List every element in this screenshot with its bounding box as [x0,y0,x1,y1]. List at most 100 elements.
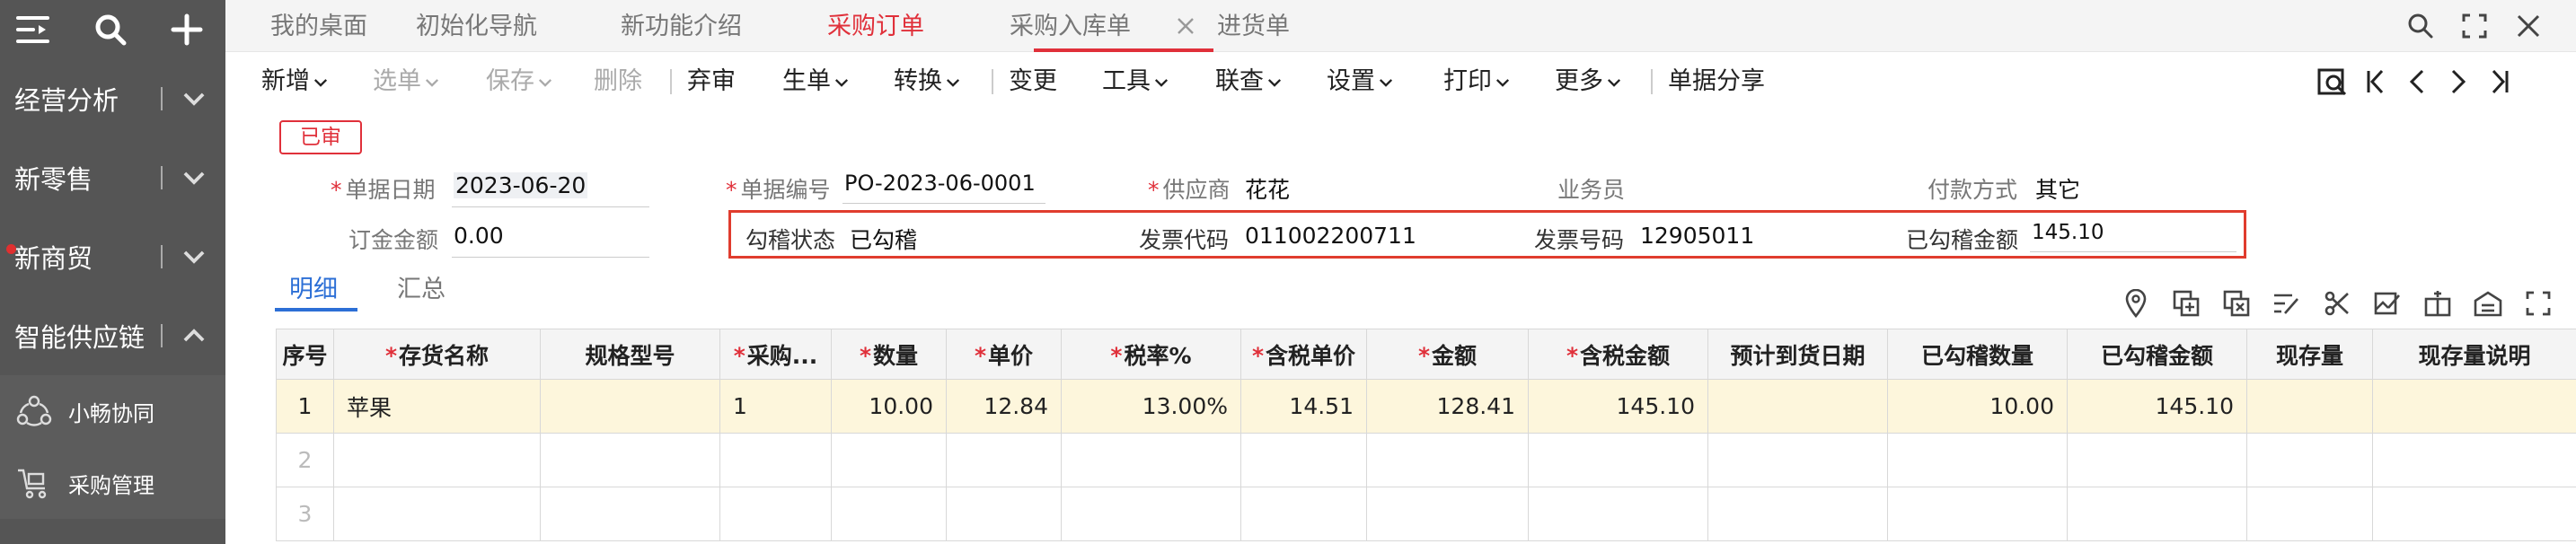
column-header[interactable]: 现存量 [2246,329,2373,380]
toolbar-button[interactable]: 更多 [1555,52,1621,111]
table-cell[interactable] [333,433,541,487]
column-header[interactable]: *金额 [1366,329,1529,380]
toolbar-button[interactable]: 生单 [782,52,849,111]
insert-column-icon[interactable] [2420,287,2456,320]
table-cell[interactable] [719,433,832,487]
delete-row-icon[interactable] [2219,287,2254,320]
table-cell[interactable] [1366,433,1529,487]
table-cell[interactable] [1366,487,1529,541]
previous-record-icon[interactable] [2399,63,2435,101]
tab-item[interactable]: 采购入库单 [1010,0,1131,52]
toolbar-button[interactable]: 设置 [1327,52,1393,111]
location-pin-icon[interactable] [2118,287,2154,320]
column-header[interactable]: 规格型号 [540,329,720,380]
chevron-up-icon[interactable] [182,324,225,347]
column-header[interactable]: *税率% [1061,329,1241,380]
table-cell[interactable]: 1 [719,379,832,434]
last-record-icon[interactable] [2482,63,2518,101]
fullscreen-icon[interactable] [2457,9,2492,43]
chevron-down-icon[interactable] [182,245,225,268]
column-header[interactable]: *存货名称 [333,329,541,380]
table-cell[interactable] [540,487,720,541]
table-cell[interactable] [2067,487,2247,541]
table-row[interactable]: 1 苹果 1 10.00 12.84 13.00% 14.51 128.41 145.10 10.… [276,379,2576,434]
first-record-icon[interactable] [2358,63,2394,101]
invoice-no-field[interactable]: 12905011 [1640,223,1754,249]
table-cell[interactable] [1707,379,1888,434]
copy-row-icon[interactable] [2168,287,2204,320]
table-cell[interactable] [540,379,720,434]
table-cell[interactable] [1887,487,2068,541]
toolbar-button[interactable]: 新增 [261,52,328,111]
doc-no-field[interactable]: PO-2023-06-0001 [844,171,1036,196]
tab-item[interactable]: 新功能介绍 [621,0,742,52]
table-cell[interactable]: 2 [276,433,334,487]
table-cell[interactable]: 145.10 [1528,379,1708,434]
search-icon[interactable] [92,11,129,48]
table-cell[interactable] [1528,433,1708,487]
column-header[interactable]: 序号 [276,329,334,380]
toolbar-button[interactable]: 单据分享 [1668,52,1765,111]
image-edit-icon[interactable] [2369,287,2405,320]
close-icon[interactable] [1176,16,1195,36]
table-cell[interactable] [1707,487,1888,541]
doc-date-field[interactable]: 2023-06-20 [454,172,588,198]
warehouse-icon[interactable] [2470,287,2506,320]
table-cell[interactable] [1240,487,1367,541]
table-cell[interactable]: 14.51 [1240,379,1367,434]
menu-icon[interactable] [14,11,52,48]
table-cell[interactable] [2246,487,2373,541]
toolbar-button[interactable]: 弃审 [687,52,736,111]
table-cell[interactable] [2067,433,2247,487]
table-cell[interactable] [1528,487,1708,541]
toolbar-button[interactable]: 打印 [1443,52,1510,111]
column-header[interactable]: *含税金额 [1528,329,1708,380]
deposit-field[interactable]: 0.00 [454,223,504,249]
split-icon[interactable] [2319,287,2355,320]
table-cell[interactable] [831,433,947,487]
verify-status-field[interactable]: 已勾稽 [850,223,917,255]
table-cell[interactable] [1240,433,1367,487]
verified-amount-field[interactable]: 145.10 [2032,221,2104,244]
add-icon[interactable] [168,11,206,48]
table-cell[interactable]: 13.00% [1061,379,1241,434]
tab-item[interactable]: 进货单 [1217,0,1290,52]
sidebar-item[interactable]: 新商贸 [0,217,225,296]
table-cell[interactable] [2246,379,2373,434]
table-cell[interactable] [2372,487,2576,541]
sidebar-item[interactable]: 经营分析 [0,59,225,138]
table-row[interactable]: 2 [276,433,2576,487]
search-icon[interactable] [2403,9,2439,43]
table-cell[interactable] [946,487,1062,541]
table-cell[interactable]: 145.10 [2067,379,2247,434]
table-cell[interactable]: 10.00 [831,379,947,434]
column-header[interactable]: *含税单价 [1240,329,1367,380]
table-row[interactable]: 3 [276,487,2576,541]
column-header[interactable]: 现存量说明 [2372,329,2576,380]
chevron-down-icon[interactable] [182,87,225,110]
supplier-field[interactable]: 花花 [1245,172,1290,205]
sidebar-subitem[interactable]: 小畅协同 [0,375,225,447]
column-header[interactable]: *单价 [946,329,1062,380]
table-cell[interactable] [2372,379,2576,434]
sidebar-subitem[interactable]: 采购管理 [0,447,225,519]
tab-item[interactable]: 初始化导航 [416,0,537,52]
table-cell[interactable]: 12.84 [946,379,1062,434]
column-header[interactable]: *采购... [719,329,832,380]
table-cell[interactable] [946,433,1062,487]
table-cell[interactable] [2372,433,2576,487]
next-record-icon[interactable] [2440,63,2476,101]
column-header[interactable]: 预计到货日期 [1707,329,1888,380]
tab-detail[interactable]: 明细 [289,269,338,304]
invoice-code-field[interactable]: 011002200711 [1245,223,1416,249]
tab-summary[interactable]: 汇总 [397,269,446,304]
table-cell[interactable] [1061,487,1241,541]
close-icon[interactable] [2510,9,2546,43]
table-cell[interactable] [333,487,541,541]
table-cell[interactable]: 苹果 [333,379,541,434]
chevron-down-icon[interactable] [182,166,225,189]
table-cell[interactable]: 1 [276,379,334,434]
tab-item[interactable]: 我的桌面 [270,0,367,52]
toolbar-button[interactable]: 联查 [1215,52,1282,111]
table-cell[interactable] [540,433,720,487]
